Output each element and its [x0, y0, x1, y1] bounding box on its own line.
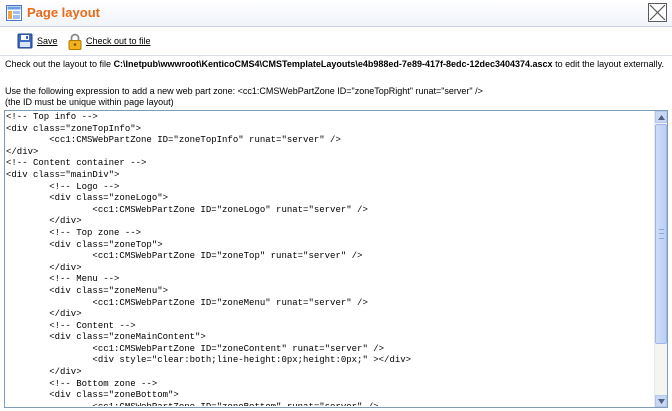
code-line: <cc1:CMSWebPartZone ID="zoneContent" run…: [6, 343, 385, 354]
scroll-thumb[interactable]: [655, 124, 667, 344]
code-line: <div class="zoneMenu">: [6, 285, 169, 296]
code-line: <cc1:CMSWebPartZone ID="zoneBottom" runa…: [6, 402, 654, 406]
code-line: </div>: [6, 262, 82, 273]
code-line: </div>: [6, 367, 82, 378]
code-line: </div>: [6, 309, 82, 320]
code-line: <cc1:CMSWebPartZone ID="zoneMenu" runat=…: [6, 297, 368, 308]
code-line: <!-- Content container -->: [6, 158, 147, 169]
arrow-down-icon: [656, 399, 666, 404]
close-icon[interactable]: [647, 2, 668, 23]
save-button[interactable]: Save: [17, 32, 58, 50]
code-line: <cc1:CMSWebPartZone ID="zoneLogo" runat=…: [6, 204, 368, 215]
hint-unique-id: (the ID must be unique within page layou…: [5, 97, 174, 107]
code-line: <!-- Bottom zone -->: [6, 378, 158, 389]
code-line: <div class="mainDiv">: [6, 169, 120, 180]
info-suffix: to edit the layout externally.: [552, 59, 664, 69]
check-out-button[interactable]: Check out to file: [68, 32, 151, 50]
page-title: Page layout: [27, 5, 100, 20]
code-line: <!-- Top zone -->: [6, 227, 142, 238]
arrow-up-icon: [656, 115, 666, 120]
code-line: <div class="zoneLogo">: [6, 193, 169, 204]
code-line: <div class="zoneMainContent">: [6, 332, 206, 343]
code-line: <!-- Content -->: [6, 320, 136, 331]
code-line: <cc1:CMSWebPartZone ID="zoneTop" runat="…: [6, 251, 363, 262]
code-line: <div class="zoneBottom">: [6, 390, 179, 401]
code-line: <div style="clear:both;line-height:0px;h…: [6, 355, 412, 366]
checkout-info: Check out the layout to file C:\Inetpub\…: [5, 58, 665, 70]
scroll-up-button[interactable]: [655, 111, 667, 123]
layout-icon: [6, 5, 22, 21]
info-prefix: Check out the layout to file: [5, 59, 114, 69]
floppy-disk-icon: [17, 33, 33, 49]
code-line: <div class="zoneTop">: [6, 239, 163, 250]
code-line: </div>: [6, 216, 82, 227]
padlock-icon: [68, 33, 82, 50]
title-bar: Page layout: [0, 0, 672, 27]
layout-code[interactable]: <!-- Top info --> <div class="zoneTopInfo…: [6, 112, 654, 406]
code-line: </div>: [6, 146, 39, 157]
toolbar: Save Check out to file: [0, 27, 672, 56]
layout-file-path: C:\Inetpub\wwwroot\KenticoCMS4\CMSTempla…: [113, 59, 553, 69]
code-line: <!-- Menu -->: [6, 274, 120, 285]
save-label: Save: [37, 36, 58, 46]
code-line: <!-- Logo -->: [6, 181, 120, 192]
code-line: <div class="zoneTopInfo">: [6, 123, 142, 134]
page-layout-window: Page layout Save Check out to file Check…: [0, 0, 672, 411]
hint-expression: Use the following expression to add a ne…: [5, 86, 483, 96]
layout-code-editor[interactable]: <!-- Top info --> <div class="zoneTopInfo…: [4, 110, 668, 408]
grip-icon: [659, 229, 664, 239]
code-line: <!-- Top info -->: [6, 112, 98, 122]
zone-hint: Use the following expression to add a ne…: [5, 86, 665, 108]
check-out-label: Check out to file: [86, 36, 151, 46]
vertical-scrollbar[interactable]: [654, 111, 667, 407]
scroll-down-button[interactable]: [655, 395, 667, 407]
code-line: <cc1:CMSWebPartZone ID="zoneTopInfo" run…: [6, 135, 341, 146]
